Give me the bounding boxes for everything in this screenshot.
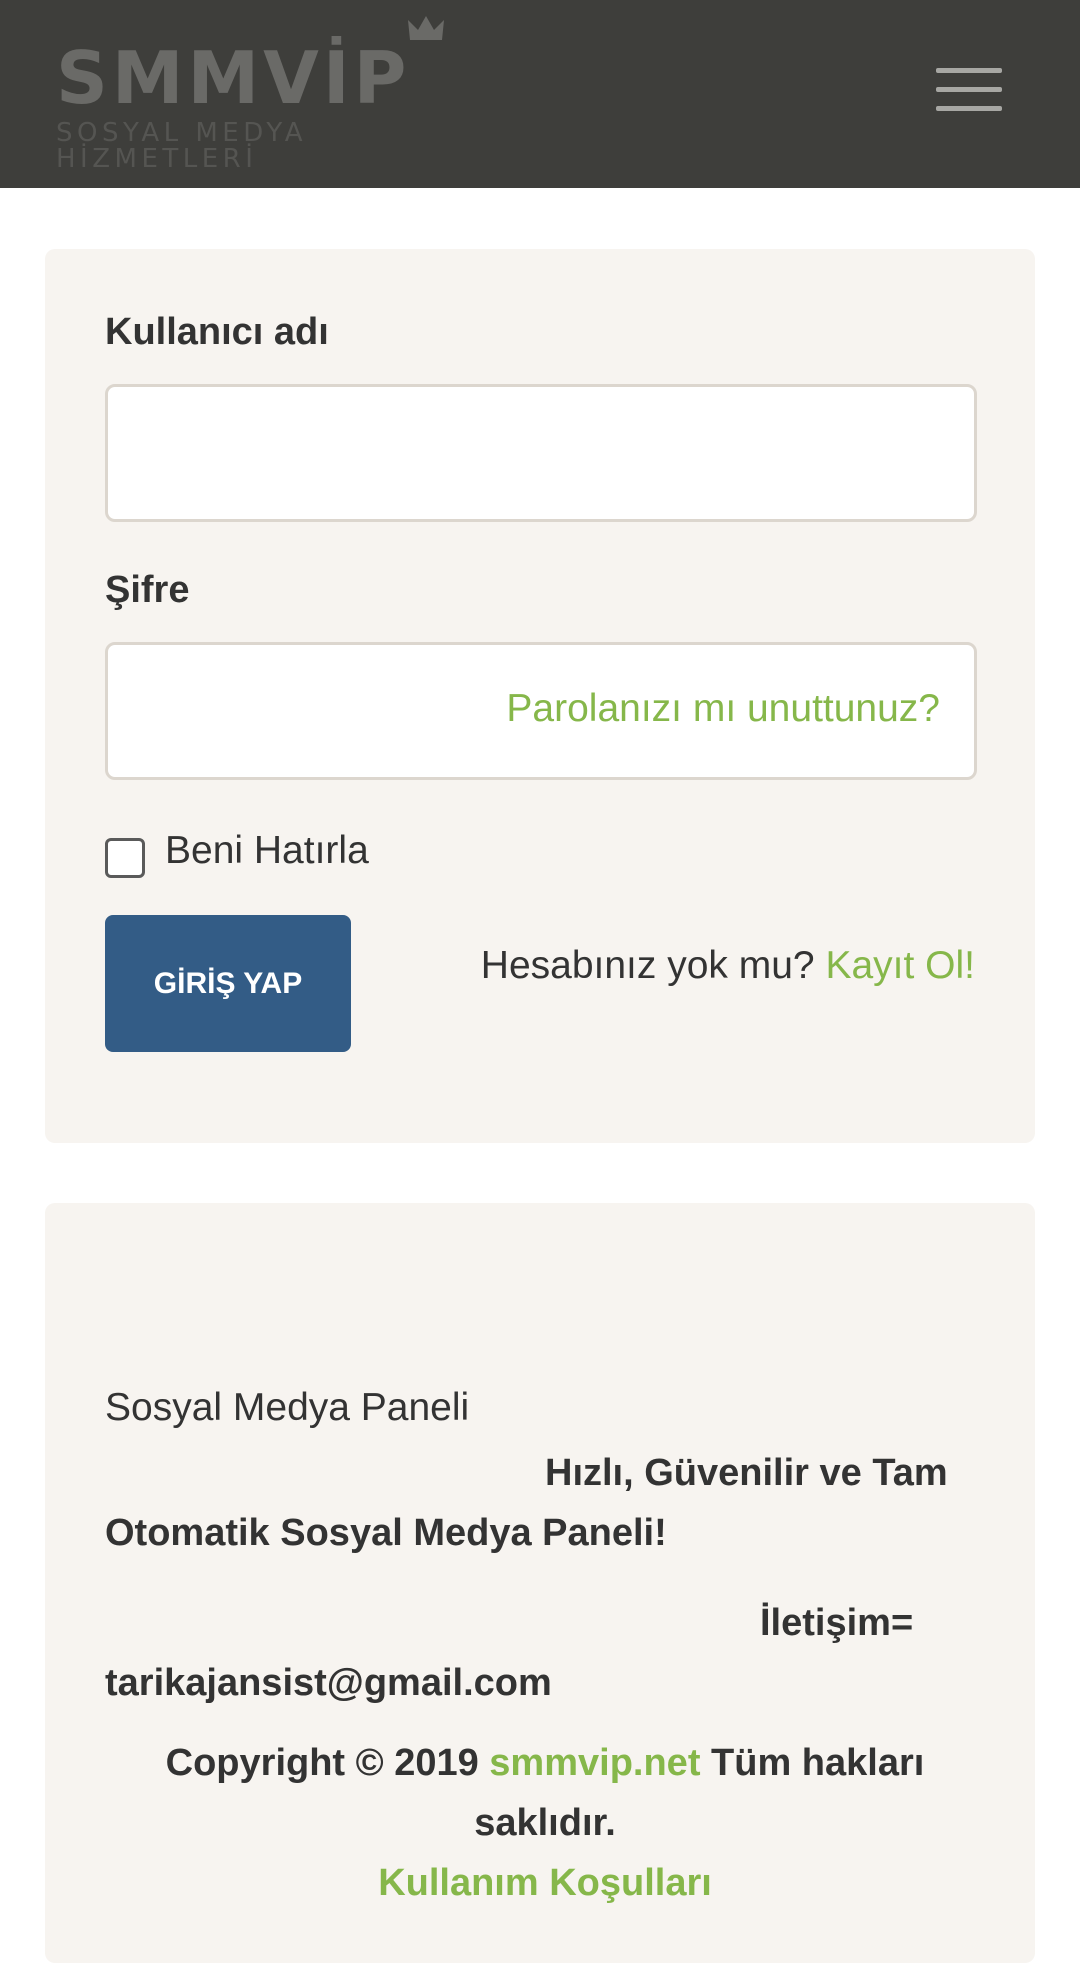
register-prompt: Hesabınız yok mu? Kayıt Ol! xyxy=(481,944,975,988)
crown-icon xyxy=(408,16,444,40)
site-link[interactable]: smmvip.net xyxy=(489,1742,700,1784)
password-field-wrapper: Parolanızı mı unuttunuz? xyxy=(105,642,977,780)
username-label: Kullanıcı adı xyxy=(105,311,329,353)
login-form-card: Kullanıcı adı Şifre Parolanızı mı unuttu… xyxy=(45,249,1035,1143)
login-button[interactable]: GİRİŞ YAP xyxy=(105,915,351,1052)
copyright-prefix: Copyright © 2019 xyxy=(165,1742,479,1784)
no-account-text: Hesabınız yok mu? xyxy=(480,944,815,987)
footer-tagline: Hızlı, Güvenilir ve Tam Otomatik Sosyal … xyxy=(105,1452,948,1554)
register-link[interactable]: Kayıt Ol! xyxy=(825,944,975,987)
remember-me-checkbox[interactable] xyxy=(105,838,145,878)
forgot-password-link[interactable]: Parolanızı mı unuttunuz? xyxy=(506,687,940,731)
footer-contact: İletişim= tarikajansist@gmail.com xyxy=(105,1602,914,1704)
remember-me-label[interactable]: Beni Hatırla xyxy=(165,829,369,873)
username-input[interactable] xyxy=(108,387,974,519)
password-label: Şifre xyxy=(105,569,190,611)
terms-container: Kullanım Koşulları xyxy=(105,1853,985,1913)
top-navbar: SMMVİP SOSYAL MEDYA HİZMETLERİ xyxy=(0,0,1080,188)
footer-card: Sosyal Medya Paneli Hızlı, Güvenilir ve … xyxy=(45,1203,1035,1963)
terms-of-use-link[interactable]: Kullanım Koşulları xyxy=(378,1862,712,1904)
logo-subtitle: SOSYAL MEDYA HİZMETLERİ xyxy=(56,118,307,174)
username-field-wrapper xyxy=(105,384,977,522)
hamburger-menu-icon[interactable] xyxy=(936,68,1002,112)
copyright-text: Copyright © 2019 smmvip.net Tüm hakları … xyxy=(105,1733,985,1853)
smmvip-logo[interactable]: SMMVİP SOSYAL MEDYA HİZMETLERİ xyxy=(56,14,520,172)
logo-wordmark: SMMVİP xyxy=(56,36,411,120)
footer-title: Sosyal Medya Paneli xyxy=(105,1386,470,1429)
